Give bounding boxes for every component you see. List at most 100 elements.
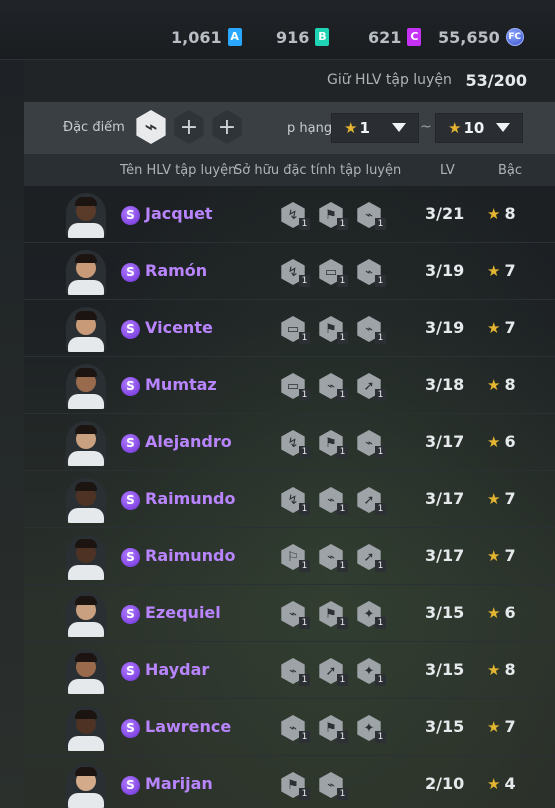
col-name-header[interactable]: Tên HLV tập luyện xyxy=(120,163,236,178)
min-rank-value: 1 xyxy=(359,119,370,137)
trait-level: 1 xyxy=(337,275,348,287)
star-icon: ★ xyxy=(448,119,462,137)
trait-badge[interactable]: ↯ 1 xyxy=(280,202,310,230)
coach-avatar xyxy=(66,307,106,352)
trait-badge[interactable]: ⚐ 1 xyxy=(280,544,310,572)
trait-badge[interactable]: ⚑ 1 xyxy=(318,715,348,743)
trait-badge[interactable]: ⚑ 1 xyxy=(318,601,348,629)
trait-badge[interactable]: ⌁ 1 xyxy=(280,658,310,686)
coach-traits: ↯ 1 ▭ 1 ⌁ 1 xyxy=(280,259,386,287)
trait-level: 1 xyxy=(375,332,386,344)
trait-badge[interactable]: ⌁ 1 xyxy=(318,373,348,401)
max-rank-dropdown[interactable]: ★ 10 xyxy=(435,113,523,143)
trait-badge[interactable]: ⌁ 1 xyxy=(356,259,386,287)
coach-avatar xyxy=(66,364,106,409)
trait-badge[interactable]: ▭ 1 xyxy=(280,316,310,344)
trait-badge[interactable]: ⌁ 1 xyxy=(356,430,386,458)
currency-a-icon: A xyxy=(227,28,242,46)
special-badge-icon: S xyxy=(121,377,140,396)
trait-badge[interactable]: ⚑ 1 xyxy=(318,316,348,344)
trait-badge[interactable]: ➚ 1 xyxy=(356,487,386,515)
coach-level: 3/15 xyxy=(425,603,465,622)
trait-badge[interactable]: ▭ 1 xyxy=(280,373,310,401)
add-trait-button-2[interactable]: + xyxy=(212,110,242,144)
trait-badge[interactable]: ⚑ 1 xyxy=(318,430,348,458)
coach-level: 3/19 xyxy=(425,318,465,337)
rank-filter-label: p hạng xyxy=(287,121,333,136)
trait-badge[interactable]: ↯ 1 xyxy=(280,259,310,287)
trait-badge[interactable]: ▭ 1 xyxy=(318,259,348,287)
star-icon: ★ xyxy=(487,433,501,451)
col-lv-header[interactable]: LV xyxy=(440,163,455,178)
trait-badge[interactable]: ✦ 1 xyxy=(356,715,386,743)
trait-badge[interactable]: ⚑ 1 xyxy=(318,202,348,230)
coach-row[interactable]: S Jacquet ↯ 1 ⚑ 1 ⌁ 1 3/21 ★ 8 xyxy=(24,186,555,243)
trait-level: 1 xyxy=(375,275,386,287)
special-badge-icon: S xyxy=(121,605,140,624)
plus-icon: + xyxy=(179,114,199,140)
coach-grade-value: 8 xyxy=(504,660,516,679)
coach-grade: ★ 6 xyxy=(487,603,516,622)
coach-row[interactable]: S Mumtaz ▭ 1 ⌁ 1 ➚ 1 3/18 ★ 8 xyxy=(24,357,555,414)
coach-level: 3/17 xyxy=(425,546,465,565)
trait-badge[interactable]: ⌁ 1 xyxy=(318,544,348,572)
coach-row[interactable]: S Alejandro ↯ 1 ⚑ 1 ⌁ 1 3/17 ★ 6 xyxy=(24,414,555,471)
coach-row[interactable]: S Ezequiel ⌁ 1 ⚑ 1 ✦ 1 3/15 ★ 6 xyxy=(24,585,555,642)
col-grade-header[interactable]: Bậc xyxy=(498,163,522,178)
coach-name: Marijan xyxy=(145,774,213,793)
coach-traits: ↯ 1 ⌁ 1 ➚ 1 xyxy=(280,487,386,515)
trait-badge[interactable]: ➚ 1 xyxy=(318,658,348,686)
trait-badge[interactable]: ⌁ 1 xyxy=(280,601,310,629)
coach-row[interactable]: S Ramón ↯ 1 ▭ 1 ⌁ 1 3/19 ★ 7 xyxy=(24,243,555,300)
coach-row[interactable]: S Lawrence ⌁ 1 ⚑ 1 ✦ 1 3/15 ★ 7 xyxy=(24,699,555,756)
trait-badge[interactable]: ⌁ 1 xyxy=(318,487,348,515)
trait-badge[interactable]: ✦ 1 xyxy=(356,658,386,686)
trait-level: 1 xyxy=(337,674,348,686)
trait-level: 1 xyxy=(299,446,310,458)
coach-grade-value: 4 xyxy=(504,774,516,793)
coach-row[interactable]: S Vicente ▭ 1 ⚑ 1 ⌁ 1 3/19 ★ 7 xyxy=(24,300,555,357)
trait-level: 1 xyxy=(299,389,310,401)
coach-row[interactable]: S Marijan ⚑ 1 ⌁ 1 2/10 ★ 4 xyxy=(24,756,555,808)
star-icon: ★ xyxy=(487,604,501,622)
trait-level: 1 xyxy=(375,446,386,458)
trait-badge[interactable]: ➚ 1 xyxy=(356,544,386,572)
trait-level: 1 xyxy=(375,731,386,743)
coach-name: Raimundo xyxy=(145,546,236,565)
coach-row[interactable]: S Haydar ⌁ 1 ➚ 1 ✦ 1 3/15 ★ 8 xyxy=(24,642,555,699)
coach-grade: ★ 7 xyxy=(487,489,516,508)
currency-c-value: 621 xyxy=(368,27,402,47)
coach-name: Vicente xyxy=(145,318,213,337)
trait-badge[interactable]: ➚ 1 xyxy=(356,373,386,401)
coach-avatar xyxy=(66,535,106,580)
currency-a-value: 1,061 xyxy=(171,27,222,47)
trait-badge[interactable]: ✦ 1 xyxy=(356,601,386,629)
add-trait-button[interactable]: + xyxy=(174,110,204,144)
trait-badge[interactable]: ↯ 1 xyxy=(280,430,310,458)
trait-badge[interactable]: ⌁ 1 xyxy=(356,316,386,344)
star-icon: ★ xyxy=(487,547,501,565)
coach-avatar xyxy=(66,421,106,466)
coach-grade-value: 8 xyxy=(504,204,516,223)
currency-fc: 55,650 FC xyxy=(438,25,524,49)
coach-level: 2/10 xyxy=(425,774,465,793)
currency-b-icon: B xyxy=(315,28,330,46)
trait-badge[interactable]: ↯ 1 xyxy=(280,487,310,515)
trait-level: 1 xyxy=(299,731,310,743)
coach-row[interactable]: S Raimundo ⚐ 1 ⌁ 1 ➚ 1 3/17 ★ 7 xyxy=(24,528,555,585)
trait-level: 1 xyxy=(337,446,348,458)
star-icon: ★ xyxy=(487,490,501,508)
trait-badge[interactable]: ⚑ 1 xyxy=(280,772,310,800)
trait-badge[interactable]: ⌁ 1 xyxy=(280,715,310,743)
min-rank-dropdown[interactable]: ★ 1 xyxy=(331,113,419,143)
trait-badge[interactable]: ⌁ 1 xyxy=(356,202,386,230)
coach-row[interactable]: S Raimundo ↯ 1 ⌁ 1 ➚ 1 3/17 ★ 7 xyxy=(24,471,555,528)
trait-level: 1 xyxy=(299,674,310,686)
coach-level: 3/18 xyxy=(425,375,465,394)
col-traits-header[interactable]: Sở hữu đặc tính tập luyện xyxy=(234,163,401,178)
selected-trait-icon[interactable]: ⌁ xyxy=(136,110,166,144)
trait-level: 1 xyxy=(375,218,386,230)
trait-badge[interactable]: ⌁ 1 xyxy=(318,772,348,800)
trait-level: 1 xyxy=(375,617,386,629)
capacity-value: 53/200 xyxy=(465,71,527,90)
